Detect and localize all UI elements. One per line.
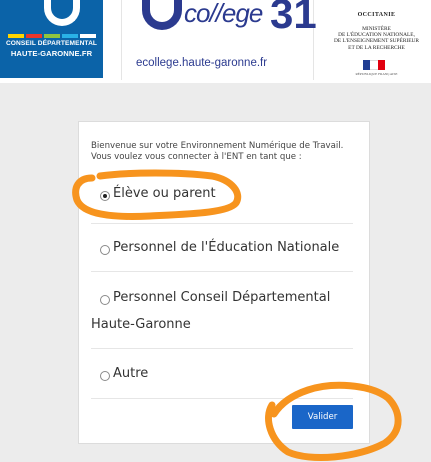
ecollege-e-icon — [142, 0, 182, 30]
option-personnel-cd[interactable]: Personnel Conseil Départemental — [100, 290, 390, 311]
option-personnel-cd-label: Personnel Conseil Départemental — [113, 290, 331, 305]
ecollege-number: 31 — [270, 0, 317, 37]
option-eleve-parent[interactable]: Élève ou parent — [100, 186, 390, 207]
radio-personnel-education[interactable] — [100, 245, 110, 255]
cd-logo-mark-icon — [44, 0, 80, 26]
login-card: Bienvenue sur votre Environnement Numéri… — [78, 121, 370, 444]
cd-logo-line1: CONSEIL DÉPARTEMENTAL — [5, 40, 98, 47]
option-eleve-parent-label: Élève ou parent — [113, 186, 216, 201]
ministere-line-4: ET DE LA RECHERCHE — [348, 44, 405, 51]
ecollege-logo[interactable]: co//ege 31 ecollege.haute-garonne.fr — [121, 0, 317, 80]
cd-logo-line2: HAUTE-GARONNE.FR — [10, 49, 93, 58]
option-autre-label: Autre — [113, 366, 149, 381]
option-autre[interactable]: Autre — [100, 366, 390, 387]
option-personnel-cd-line2[interactable]: Haute-Garonne — [91, 317, 381, 338]
ministere-logo[interactable]: OCCITANIE MINISTÈRE DE L'ÉDUCATION NATIO… — [322, 0, 431, 80]
cd-logo-stripes — [8, 34, 96, 38]
radio-autre[interactable] — [100, 371, 110, 381]
divider — [91, 223, 353, 224]
radio-eleve-parent[interactable] — [100, 191, 110, 201]
option-personnel-cd-label-line2: Haute-Garonne — [91, 317, 191, 332]
intro-text: Bienvenue sur votre Environnement Numéri… — [91, 141, 344, 163]
option-personnel-education-label: Personnel de l'Éducation Nationale — [113, 240, 340, 255]
conseil-departemental-logo[interactable]: CONSEIL DÉPARTEMENTAL HAUTE-GARONNE.FR — [0, 0, 103, 78]
divider — [91, 398, 353, 399]
divider — [91, 271, 353, 272]
header-banner: CONSEIL DÉPARTEMENTAL HAUTE-GARONNE.FR c… — [0, 0, 431, 83]
valider-button[interactable]: Valider — [292, 405, 353, 429]
ministere-region: OCCITANIE — [357, 12, 396, 18]
ministere-name: MINISTÈRE DE L'ÉDUCATION NATIONALE, DE L… — [322, 26, 431, 51]
marianne-flag-icon — [363, 60, 385, 70]
option-personnel-education[interactable]: Personnel de l'Éducation Nationale — [100, 240, 390, 261]
ministere-line-3: DE L'ENSEIGNEMENT SUPÉRIEUR — [333, 38, 420, 45]
divider — [91, 348, 353, 349]
radio-personnel-cd[interactable] — [100, 295, 110, 305]
ministere-footer: RÉPUBLIQUE FRANÇAISE — [355, 72, 398, 76]
ecollege-url: ecollege.haute-garonne.fr — [136, 57, 268, 69]
ecollege-wordmark: co//ege — [184, 0, 263, 28]
